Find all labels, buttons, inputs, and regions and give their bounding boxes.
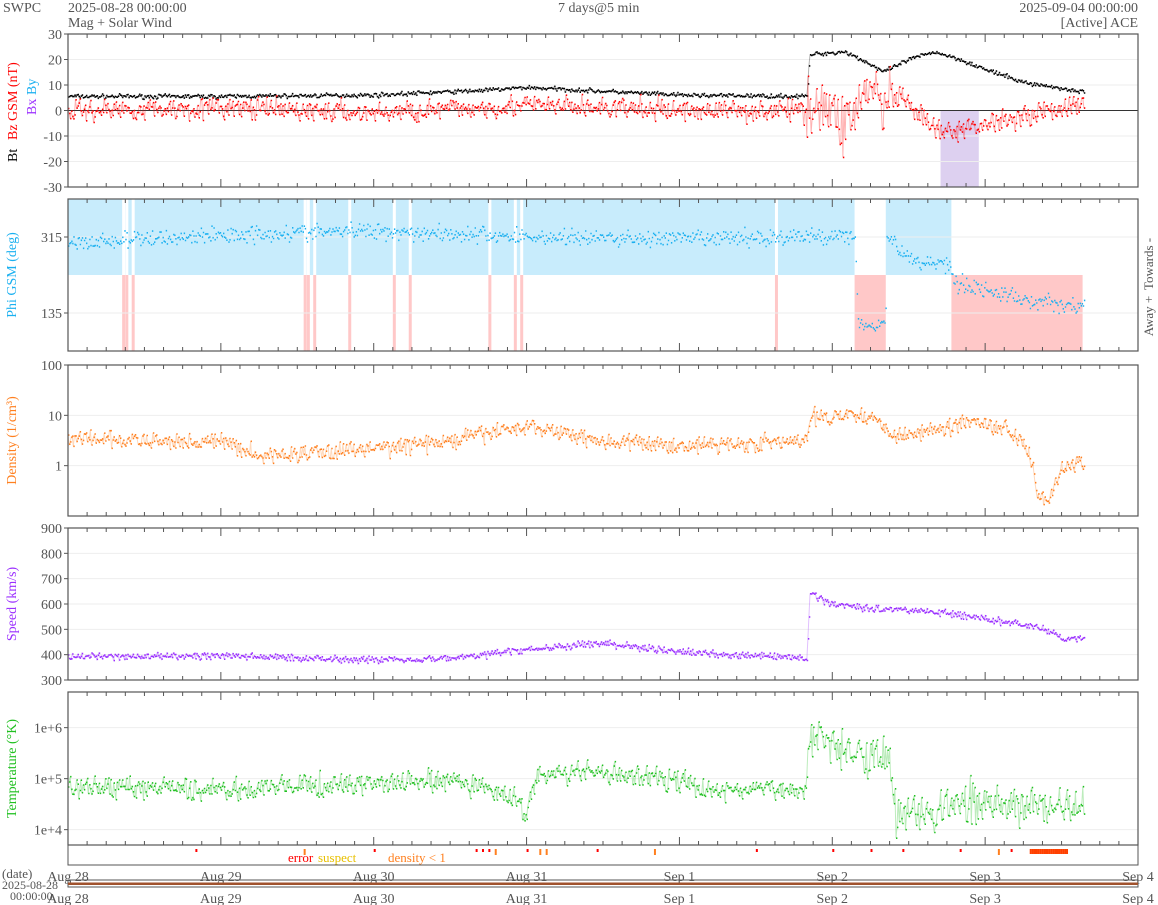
y-tick-label: 700 [41,573,62,588]
y-tick-label: 1 [55,460,62,475]
flag-mark [1060,849,1063,854]
flag-legend-density: density < 1 [388,850,446,865]
x-tick-label-lower: Sep 2 [817,892,849,905]
flag-mark [1054,849,1057,854]
flag-mark [1050,849,1053,854]
flag-mark [1064,849,1067,854]
x-tick-label-lower: Sep 1 [664,892,696,905]
y-tick-label: 400 [41,649,62,664]
ylabel-by: By [25,79,40,95]
flag-mark [997,849,1000,855]
x-tick-label-lower: Aug 30 [353,892,395,905]
y-tick-label: 900 [41,522,62,537]
flag-mark [870,849,873,852]
flag-mark [526,849,529,852]
ylabel-bz: Bz GSM (nT) [6,62,21,140]
flag-mark [1039,849,1042,854]
flag-mark [1052,849,1055,854]
flag-mark [902,849,905,852]
flag-mark [1010,849,1013,852]
ylabel: Temperature (°K) [5,719,20,818]
y-tick-label: 100 [41,359,62,374]
flag-mark [596,849,599,852]
y-tick-label: 315 [41,231,62,246]
flag-mark [1062,849,1065,854]
y-tick-label: 1e+5 [34,773,62,788]
y-tick-label: 300 [41,674,62,689]
y-tick-label: 800 [41,547,62,562]
flag-mark [1048,849,1051,854]
flag-mark [539,849,542,855]
y-tick-label: 20 [48,54,62,69]
y-tick-label: 30 [48,28,62,43]
y-tick-label: -10 [43,130,62,145]
y-tick-label: 600 [41,598,62,613]
flag-mark [1041,849,1044,854]
panel-4-background [68,692,1138,845]
flag-mark [195,849,198,852]
flag-mark [1043,849,1046,854]
x-tick-label-lower: Aug 31 [506,892,548,905]
y-tick-label: 1e+6 [34,722,62,737]
flag-mark [373,849,376,852]
flag-mark [1058,849,1061,854]
right-label-towards: Towards - [1141,238,1156,290]
flag-mark [755,849,758,852]
ylabel: Speed (km/s) [5,567,20,642]
y-tick-label: 0 [55,105,62,120]
y-tick-label: 500 [41,623,62,638]
flag-mark [1037,849,1040,854]
right-label-away: Away + [1141,296,1156,336]
ylabel: Phi GSM (deg) [5,232,20,318]
flag-mark [494,849,497,855]
y-tick-label: 10 [48,79,62,94]
flag-mark [832,849,835,852]
flag-mark [1056,849,1059,854]
y-tick-label: 10 [48,409,62,424]
y-tick-label: 1e+4 [34,824,62,839]
y-tick-label: -20 [43,156,62,171]
flag-mark [1033,849,1036,854]
flag-mark [1045,849,1048,854]
flag-mark [488,849,491,852]
x-tick-label-lower: Aug 28 [47,892,89,905]
y-tick-label: -30 [43,181,62,196]
flag-mark [653,849,656,855]
flag-strip [67,844,1139,866]
flag-legend-suspect: suspect [318,850,357,865]
flag-mark [1046,849,1049,854]
flag-mark [475,849,478,852]
flag-mark [481,849,484,852]
x-tick-label-lower: Sep 4 [1122,892,1154,905]
flag-mark [1029,849,1032,854]
ylabel: Density (1/cm³) [5,396,20,485]
x-tick-label-lower: Sep 3 [969,892,1001,905]
flag-legend-error: error [288,850,314,865]
flag-mark [959,849,962,852]
x-tick-label-lower: Aug 29 [200,892,242,905]
solar-wind-chart: -30 -20 -10 0 10 20 30 Bt Bz GSM (nT) Bx By 135 315 P… [2,28,1156,905]
date-start-2: 00:00:00 [10,889,53,903]
flag-mark [545,849,548,855]
flag-mark [1031,849,1034,854]
flag-mark [1066,849,1069,854]
flag-mark [1035,849,1038,854]
ylabel-bt: Bt [6,149,21,162]
ylabel-bx: Bx [25,99,40,115]
date-bar [68,882,1138,885]
y-tick-label: 135 [41,307,62,322]
